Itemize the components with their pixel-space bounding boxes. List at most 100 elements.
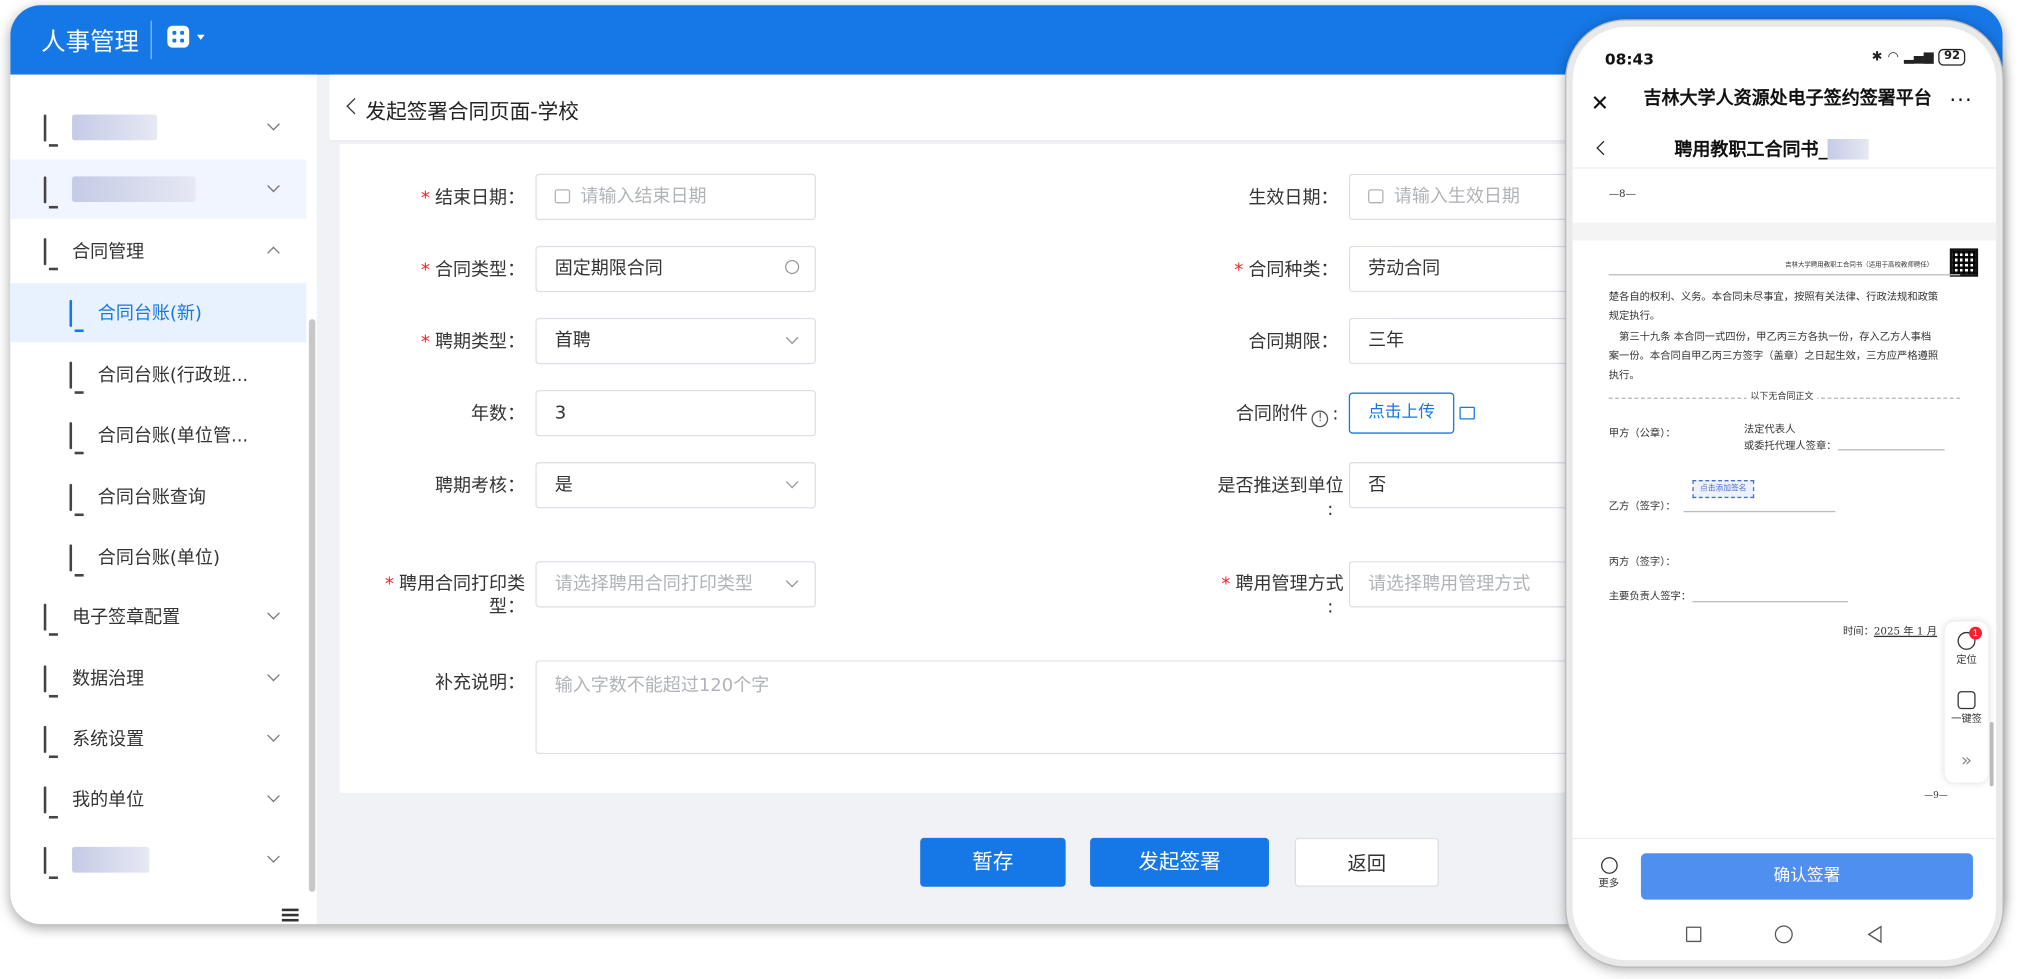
end-date-input[interactable]: 请输入结束日期 — [535, 173, 816, 221]
sidebar-item-contract-ledger-new[interactable]: 合同台账(新) — [10, 283, 307, 343]
caret-down-icon — [196, 34, 205, 40]
monitor-icon — [43, 175, 47, 203]
redacted-label — [72, 846, 150, 873]
more-circle-icon — [1600, 857, 1618, 874]
sidebar-item-label: 合同台账(新) — [97, 303, 202, 325]
chevron-down-icon — [267, 729, 280, 742]
sidebar-item-label: 数据治理 — [72, 669, 145, 690]
monitor-icon — [43, 664, 47, 692]
monitor-icon — [43, 785, 47, 813]
contract-term-label: 合同期限： — [1248, 332, 1339, 353]
sidebar-item-contract-ledger-query[interactable]: 合同台账查询 — [10, 467, 306, 526]
agent-label: 或委托代理人签章： — [1743, 440, 1837, 452]
calendar-icon — [1368, 189, 1384, 204]
sidebar-item-system-settings[interactable]: 系统设置 — [10, 709, 306, 768]
page-title: 发起签署合同页面-学校 — [365, 99, 579, 124]
initiate-sign-button[interactable]: 发起签署 — [1090, 837, 1269, 887]
sidebar-item-contract-ledger-admin[interactable]: 合同台账(行政班... — [10, 345, 306, 404]
contract-kind-label: * 合同种类： — [1234, 259, 1339, 281]
signature-line — [1837, 449, 1945, 451]
recent-apps-icon[interactable] — [1685, 926, 1702, 943]
contract-type-select[interactable]: 固定期限合同 — [535, 245, 816, 293]
status-time: 08:43 — [1604, 50, 1655, 69]
phone-frame: 08:43 ✱ ◠ ▂▄▆ 92 ✕ 吉林大学人资源处电子签约签署平台 ··· … — [1566, 20, 2003, 967]
effective-date-label: 生效日期： — [1248, 187, 1339, 209]
years-input[interactable]: 3 — [535, 389, 816, 437]
sidebar-item-redacted-2[interactable] — [10, 159, 307, 219]
signal-icon: ▂▄▆ — [1903, 50, 1934, 65]
print-type-select[interactable]: 请选择聘用合同打印类型 — [535, 561, 816, 608]
mgmt-mode-select[interactable]: 请选择聘用管理方式 — [1348, 561, 1568, 608]
sidebar-item-label: 合同台账(单位) — [97, 548, 220, 569]
sidebar-item-contract-ledger-unit-mgmt[interactable]: 合同台账(单位管... — [10, 405, 306, 464]
status-icons: ✱ ◠ ▂▄▆ 92 — [1871, 48, 1966, 66]
sidebar-item-data-governance[interactable]: 数据治理 — [10, 649, 306, 708]
hand-icon — [1957, 691, 1976, 710]
hire-type-select[interactable]: 首聘 — [535, 317, 816, 365]
side-toolbar: 1 定位 一键签 » — [1944, 621, 1989, 783]
doc-title-bar: 聘用教职工合同书_ — [1572, 130, 1997, 169]
years-label: 年数： — [471, 404, 526, 425]
app-switcher-button[interactable] — [167, 25, 205, 48]
one-click-sign-tool[interactable]: 一键签 — [1945, 691, 1989, 726]
sidebar-item-label: 系统设置 — [72, 729, 145, 751]
chevron-down-icon — [267, 606, 280, 620]
doc-paragraph: 执行。 — [1608, 369, 1640, 381]
monitor-icon — [43, 113, 47, 141]
contract-term-select[interactable]: 三年 — [1348, 317, 1568, 365]
add-signature-button[interactable]: 点击添加签名 — [1692, 480, 1755, 499]
sidebar-item-label: 合同台账(单位管... — [97, 425, 249, 447]
sidebar-item-contract-mgmt[interactable]: 合同管理 — [10, 221, 306, 280]
doc-paragraph: 案一份。本合同自甲乙丙三方签字（盖章）之日起生效，三方应严格遵照 — [1608, 350, 1939, 362]
effective-date-input[interactable]: 请输入生效日期 — [1348, 173, 1568, 221]
page-number: —9— — [1924, 790, 1948, 801]
sidebar-item-redacted-1[interactable] — [10, 98, 306, 157]
back-triangle-icon[interactable] — [1867, 925, 1882, 944]
sidebar-item-e-seal-config[interactable]: 电子签章配置 — [10, 587, 306, 646]
monitor-icon — [69, 299, 73, 327]
back-button[interactable]: 返回 — [1294, 837, 1439, 887]
doc-scrollbar[interactable] — [1989, 722, 1994, 787]
attachment-label: 合同附件!: — [1189, 403, 1338, 428]
monitor-icon — [43, 237, 47, 265]
contract-kind-select[interactable]: 劳动合同 — [1348, 245, 1568, 293]
collapse-menu-icon[interactable] — [281, 908, 299, 922]
redacted-label — [72, 114, 158, 141]
redacted-name — [1827, 138, 1869, 160]
expand-icon[interactable]: » — [1945, 750, 1989, 771]
monitor-icon — [69, 483, 73, 511]
monitor-icon — [69, 421, 73, 449]
sidebar-scrollbar[interactable] — [308, 319, 316, 892]
chevron-down-icon — [267, 789, 280, 803]
assessment-select[interactable]: 是 — [535, 462, 816, 509]
header-line — [1608, 274, 1961, 276]
sidebar: 合同管理 合同台账(新) 合同台账(行政班... 合同台账(单位管... 合同台… — [10, 74, 317, 925]
push-unit-select[interactable]: 否 — [1348, 462, 1568, 509]
end-date-label: * 结束日期： — [420, 187, 526, 209]
sidebar-item-my-unit[interactable]: 我的单位 — [10, 770, 306, 829]
more-icon[interactable]: ··· — [1949, 88, 1973, 112]
info-icon[interactable]: ! — [1311, 410, 1329, 428]
back-arrow-icon[interactable] — [1596, 140, 1611, 156]
folder-icon[interactable] — [1459, 406, 1475, 420]
locate-tool[interactable]: 1 定位 — [1945, 626, 1989, 667]
contract-document[interactable]: —8— 吉林大学聘用教职工合同书（适用于高校教师聘任） 楚各自的权利、义务。本合… — [1572, 171, 1997, 834]
bluetooth-icon: ✱ — [1871, 50, 1883, 65]
date-line: 时间：2025 年 1 月 — [1842, 625, 1938, 638]
remarks-textarea[interactable]: 输入字数不能超过120个字 — [535, 660, 1578, 755]
close-icon[interactable]: ✕ — [1591, 91, 1609, 117]
push-unit-label: 是否推送到单位: — [1217, 476, 1344, 520]
save-draft-button[interactable]: 暂存 — [920, 837, 1066, 887]
sidebar-item-label: 合同台账(行政班... — [97, 365, 249, 387]
more-button[interactable]: 更多 — [1593, 857, 1624, 890]
party-b-label: 乙方（签字）： — [1608, 500, 1676, 513]
upload-button[interactable]: 点击上传 — [1348, 392, 1455, 434]
back-arrow-icon[interactable] — [346, 97, 363, 115]
chevron-down-icon — [785, 475, 799, 489]
doc-paragraph: 第三十九条 本合同一式四份，甲乙丙三方各执一份，存入乙方人事档 — [1619, 330, 1932, 343]
sidebar-item-contract-ledger-unit[interactable]: 合同台账(单位) — [10, 528, 306, 587]
doc-header: 吉林大学聘用教职工合同书（适用于高校教师聘任） — [1785, 261, 1934, 269]
home-icon[interactable] — [1774, 925, 1793, 944]
sidebar-item-redacted-3[interactable] — [10, 830, 306, 889]
confirm-sign-button[interactable]: 确认签署 — [1640, 853, 1973, 900]
